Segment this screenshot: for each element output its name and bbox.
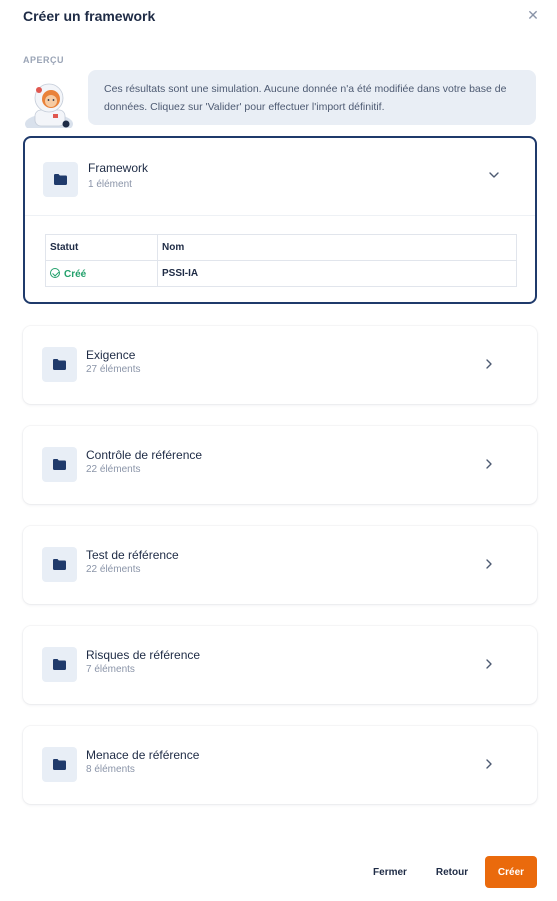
column-header-status: Statut xyxy=(45,234,158,261)
card-subtitle: 8 éléments xyxy=(86,764,135,775)
card-risques-de-reference[interactable]: Risques de référence 7 éléments xyxy=(23,626,537,704)
modal-title: Créer un framework xyxy=(23,8,156,24)
table-row: Créé PSSI-IA xyxy=(45,260,517,287)
card-title: Framework xyxy=(88,161,149,175)
folder-icon xyxy=(42,447,77,482)
folder-icon xyxy=(42,547,77,582)
card-subtitle: 1 élément xyxy=(88,179,132,190)
divider xyxy=(25,215,535,216)
card-subtitle: 22 éléments xyxy=(86,564,141,575)
close-button[interactable]: Fermer xyxy=(364,856,416,888)
card-exigence[interactable]: Exigence 27 éléments xyxy=(23,326,537,404)
card-header[interactable]: Framework 1 élément xyxy=(25,138,535,216)
chevron-right-icon[interactable] xyxy=(482,657,496,671)
chevron-right-icon[interactable] xyxy=(482,357,496,371)
folder-icon xyxy=(42,747,77,782)
chevron-down-icon[interactable] xyxy=(487,168,501,182)
column-header-name: Nom xyxy=(157,234,517,261)
check-circle-icon xyxy=(50,267,60,278)
close-icon[interactable]: ✕ xyxy=(526,8,540,22)
card-title: Menace de référence xyxy=(86,748,200,762)
card-title: Contrôle de référence xyxy=(86,448,203,462)
card-test-de-reference[interactable]: Test de référence 22 éléments xyxy=(23,526,537,604)
create-button[interactable]: Créer xyxy=(485,856,537,888)
card-subtitle: 27 éléments xyxy=(86,364,141,375)
create-framework-modal: Créer un framework ✕ APERÇU Ces résultat… xyxy=(0,0,557,901)
simulation-notice: Ces résultats sont une simulation. Aucun… xyxy=(88,70,536,125)
chevron-right-icon[interactable] xyxy=(482,457,496,471)
folder-icon xyxy=(42,647,77,682)
card-title: Risques de référence xyxy=(86,648,201,662)
status-text: Créé xyxy=(64,268,87,280)
card-framework: Framework 1 élément Statut Nom Créé PSSI… xyxy=(23,136,537,304)
astronaut-avatar xyxy=(23,80,77,134)
card-title: Exigence xyxy=(86,348,136,362)
folder-icon xyxy=(43,162,78,197)
card-controle-de-reference[interactable]: Contrôle de référence 22 éléments xyxy=(23,426,537,504)
card-menace-de-reference[interactable]: Menace de référence 8 éléments xyxy=(23,726,537,804)
preview-label: APERÇU xyxy=(23,55,65,65)
status-cell: Créé xyxy=(45,260,158,287)
name-cell: PSSI-IA xyxy=(157,260,517,287)
card-subtitle: 22 éléments xyxy=(86,464,141,475)
folder-icon xyxy=(42,347,77,382)
card-subtitle: 7 éléments xyxy=(86,664,135,675)
card-title: Test de référence xyxy=(86,548,179,562)
back-button[interactable]: Retour xyxy=(426,856,478,888)
chevron-right-icon[interactable] xyxy=(482,757,496,771)
chevron-right-icon[interactable] xyxy=(482,557,496,571)
results-table: Statut Nom Créé PSSI-IA xyxy=(45,234,517,287)
table-header-row: Statut Nom xyxy=(45,234,517,261)
